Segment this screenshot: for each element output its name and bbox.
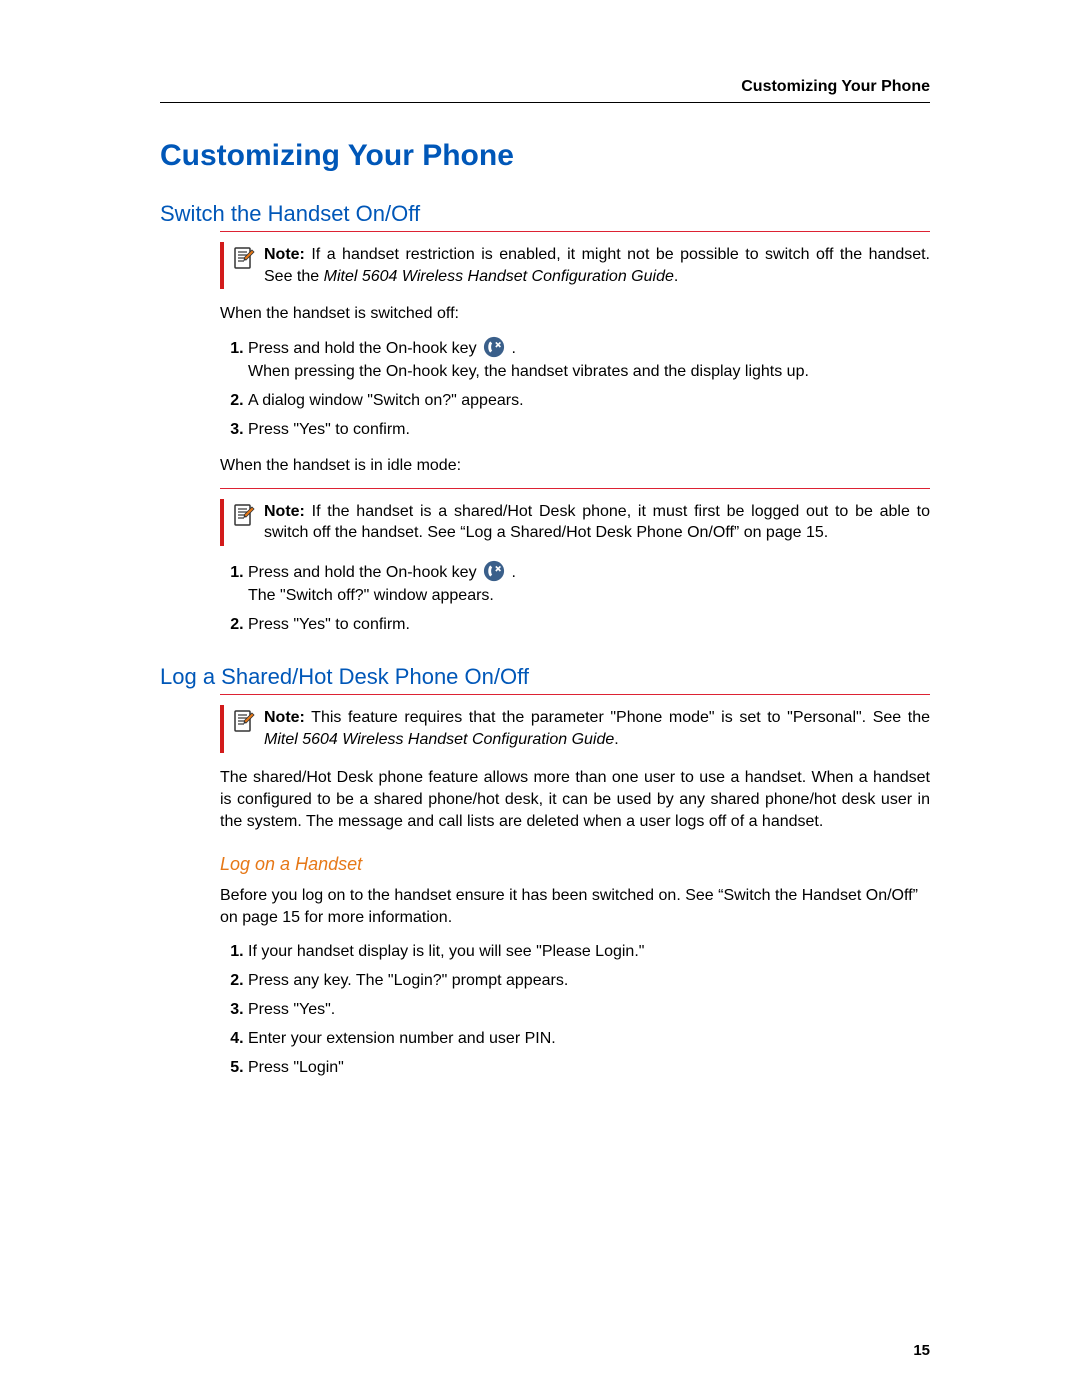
list-item: Press "Yes" to confirm. [248, 613, 930, 636]
step-text: Press and hold the On-hook key [248, 564, 481, 581]
step-subtext: When pressing the On-hook key, the hands… [248, 363, 809, 380]
paragraph: The shared/Hot Desk phone feature allows… [220, 767, 930, 834]
list-item: Press any key. The "Login?" prompt appea… [248, 969, 930, 992]
step-text: Press any key. The "Login?" prompt appea… [248, 972, 568, 989]
step-text: . [511, 340, 515, 357]
list-item: If your handset display is lit, you will… [248, 940, 930, 963]
note-lead: Note: [264, 246, 305, 263]
note-lead: Note: [264, 709, 305, 726]
list-item: Enter your extension number and user PIN… [248, 1027, 930, 1050]
note-tail: . [614, 731, 618, 748]
step-text: Press "Yes" to confirm. [248, 421, 410, 438]
on-hook-icon [483, 336, 505, 358]
rule [220, 488, 930, 489]
note-text: Note: If a handset restriction is enable… [264, 244, 930, 287]
note-box: Note: If the handset is a shared/Hot Des… [220, 499, 930, 546]
note-body: This feature requires that the parameter… [305, 709, 930, 726]
step-text: . [511, 564, 515, 581]
page: Customizing Your Phone Customizing Your … [0, 0, 1080, 1397]
running-header: Customizing Your Phone [160, 78, 930, 103]
note-box: Note: If a handset restriction is enable… [220, 242, 930, 289]
step-text: Press "Login" [248, 1059, 344, 1076]
subheading-log-on: Log on a Handset [220, 854, 930, 875]
list-item: Press "Yes". [248, 998, 930, 1021]
rule [220, 231, 930, 232]
note-reference: Mitel 5604 Wireless Handset Configuratio… [324, 268, 674, 285]
note-box: Note: This feature requires that the par… [220, 705, 930, 752]
step-list: Press and hold the On-hook key . When pr… [220, 336, 930, 442]
list-item: Press "Yes" to confirm. [248, 418, 930, 441]
note-lead: Note: [264, 503, 305, 520]
note-tail: . [674, 268, 678, 285]
page-number: 15 [913, 1342, 930, 1359]
note-icon [232, 709, 256, 733]
step-list: Press and hold the On-hook key . The "Sw… [220, 560, 930, 637]
step-text: Press "Yes" to confirm. [248, 616, 410, 633]
note-icon [232, 503, 256, 527]
section-switch-handset: Switch the Handset On/Off [160, 201, 930, 227]
step-text: Enter your extension number and user PIN… [248, 1030, 556, 1047]
note-text: Note: This feature requires that the par… [264, 707, 930, 750]
note-reference: Mitel 5604 Wireless Handset Configuratio… [264, 731, 614, 748]
list-item: A dialog window "Switch on?" appears. [248, 389, 930, 412]
step-text: Press "Yes". [248, 1001, 335, 1018]
note-body: If the handset is a shared/Hot Desk phon… [264, 503, 930, 542]
page-title: Customizing Your Phone [160, 139, 930, 173]
section-log-shared: Log a Shared/Hot Desk Phone On/Off [160, 664, 930, 690]
list-item: Press and hold the On-hook key . When pr… [248, 336, 930, 383]
list-item: Press and hold the On-hook key . The "Sw… [248, 560, 930, 607]
paragraph: Before you log on to the handset ensure … [220, 885, 930, 930]
step-subtext: The "Switch off?" window appears. [248, 587, 494, 604]
note-icon [232, 246, 256, 270]
paragraph: When the handset is in idle mode: [220, 455, 930, 477]
list-item: Press "Login" [248, 1056, 930, 1079]
step-text: Press and hold the On-hook key [248, 340, 481, 357]
step-text: A dialog window "Switch on?" appears. [248, 392, 524, 409]
note-text: Note: If the handset is a shared/Hot Des… [264, 501, 930, 544]
step-list: If your handset display is lit, you will… [220, 940, 930, 1080]
on-hook-icon [483, 560, 505, 582]
rule [220, 694, 930, 695]
paragraph: When the handset is switched off: [220, 303, 930, 325]
step-text: If your handset display is lit, you will… [248, 943, 644, 960]
